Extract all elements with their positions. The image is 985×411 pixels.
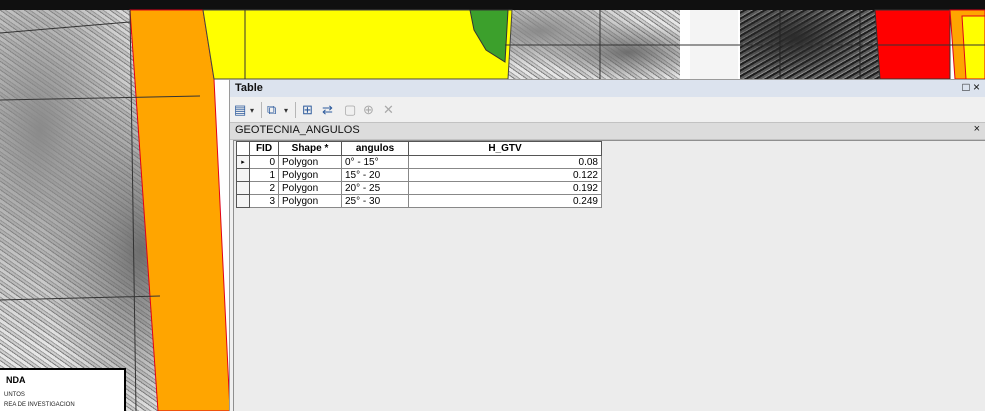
table-row[interactable]: 2 Polygon 20° - 25 0.192 bbox=[236, 181, 602, 195]
grid-line bbox=[0, 21, 131, 34]
polygon-yellow-right bbox=[961, 15, 985, 80]
row-selector[interactable] bbox=[236, 181, 250, 195]
column-header-shape[interactable]: Shape * bbox=[278, 141, 342, 156]
column-header-fid[interactable]: FID bbox=[249, 141, 279, 156]
select-by-attributes-icon[interactable]: ⊞ bbox=[302, 101, 313, 119]
column-header-h-gtv[interactable]: H_GTV bbox=[408, 141, 602, 156]
cell-h-gtv[interactable]: 0.122 bbox=[408, 168, 602, 182]
cell-shape[interactable]: Polygon bbox=[278, 194, 342, 208]
polygon-yellow bbox=[202, 9, 513, 80]
legend-item: UNTOS bbox=[4, 392, 25, 398]
clear-selection-icon[interactable]: ▢ bbox=[344, 101, 356, 119]
cell-angulos[interactable]: 25° - 30 bbox=[341, 194, 409, 208]
chevron-down-icon[interactable]: ▾ bbox=[250, 102, 254, 120]
cell-fid[interactable]: 2 bbox=[249, 181, 279, 195]
chevron-down-icon[interactable]: ▾ bbox=[284, 102, 288, 120]
row-selector[interactable]: ▸ bbox=[236, 155, 250, 169]
cell-fid[interactable]: 3 bbox=[249, 194, 279, 208]
window-titlebar[interactable]: Table □ × bbox=[230, 80, 985, 97]
layer-tab[interactable]: GEOTECNIA_ANGULOS × bbox=[230, 122, 985, 140]
cell-angulos[interactable]: 20° - 25 bbox=[341, 181, 409, 195]
row-selector-header[interactable] bbox=[236, 141, 250, 156]
related-tables-icon[interactable]: ⧉ bbox=[267, 101, 276, 119]
cell-angulos[interactable]: 15° - 20 bbox=[341, 168, 409, 182]
table-window: Table □ × ▤ ▾ ⧉ ▾ ⊞ ⇄ ▢ ⊕ ✕ GEOTECNIA_AN… bbox=[229, 79, 985, 411]
attribute-table: FID Shape * angulos H_GTV ▸ 0 Polygon 0°… bbox=[236, 141, 602, 208]
table-toolbar: ▤ ▾ ⧉ ▾ ⊞ ⇄ ▢ ⊕ ✕ bbox=[230, 98, 985, 122]
toolbar-separator bbox=[261, 102, 262, 118]
toolbar-separator bbox=[295, 102, 296, 118]
cell-fid[interactable]: 0 bbox=[249, 155, 279, 169]
table-header-row: FID Shape * angulos H_GTV bbox=[236, 141, 602, 156]
layer-tab-label: GEOTECNIA_ANGULOS bbox=[235, 124, 360, 136]
cell-shape[interactable]: Polygon bbox=[278, 168, 342, 182]
attribute-grid-area: FID Shape * angulos H_GTV ▸ 0 Polygon 0°… bbox=[233, 140, 985, 411]
window-controls[interactable]: □ × bbox=[962, 80, 980, 94]
map-legend: NDA UNTOS REA DE INVESTIGACION bbox=[0, 368, 126, 411]
cell-angulos[interactable]: 0° - 15° bbox=[341, 155, 409, 169]
cell-h-gtv[interactable]: 0.249 bbox=[408, 194, 602, 208]
legend-item: REA DE INVESTIGACION bbox=[4, 402, 75, 408]
delete-selected-icon[interactable]: ✕ bbox=[383, 101, 394, 119]
cell-fid[interactable]: 1 bbox=[249, 168, 279, 182]
column-header-angulos[interactable]: angulos bbox=[341, 141, 409, 156]
row-selector[interactable] bbox=[236, 194, 250, 208]
grid-line bbox=[0, 295, 161, 301]
switch-selection-icon[interactable]: ⇄ bbox=[322, 101, 333, 119]
close-icon[interactable]: × bbox=[974, 123, 980, 135]
table-row[interactable]: ▸ 0 Polygon 0° - 15° 0.08 bbox=[236, 155, 602, 169]
cell-h-gtv[interactable]: 0.192 bbox=[408, 181, 602, 195]
zoom-to-selected-icon[interactable]: ⊕ bbox=[363, 101, 374, 119]
cell-shape[interactable]: Polygon bbox=[278, 181, 342, 195]
application-stage: NDA UNTOS REA DE INVESTIGACION Table □ ×… bbox=[0, 0, 985, 411]
window-title: Table bbox=[235, 82, 263, 94]
table-row[interactable]: 1 Polygon 15° - 20 0.122 bbox=[236, 168, 602, 182]
table-options-icon[interactable]: ▤ bbox=[234, 101, 246, 119]
cell-h-gtv[interactable]: 0.08 bbox=[408, 155, 602, 169]
cell-shape[interactable]: Polygon bbox=[278, 155, 342, 169]
row-selector[interactable] bbox=[236, 168, 250, 182]
legend-title: NDA bbox=[6, 375, 26, 385]
table-row[interactable]: 3 Polygon 25° - 30 0.249 bbox=[236, 194, 602, 208]
